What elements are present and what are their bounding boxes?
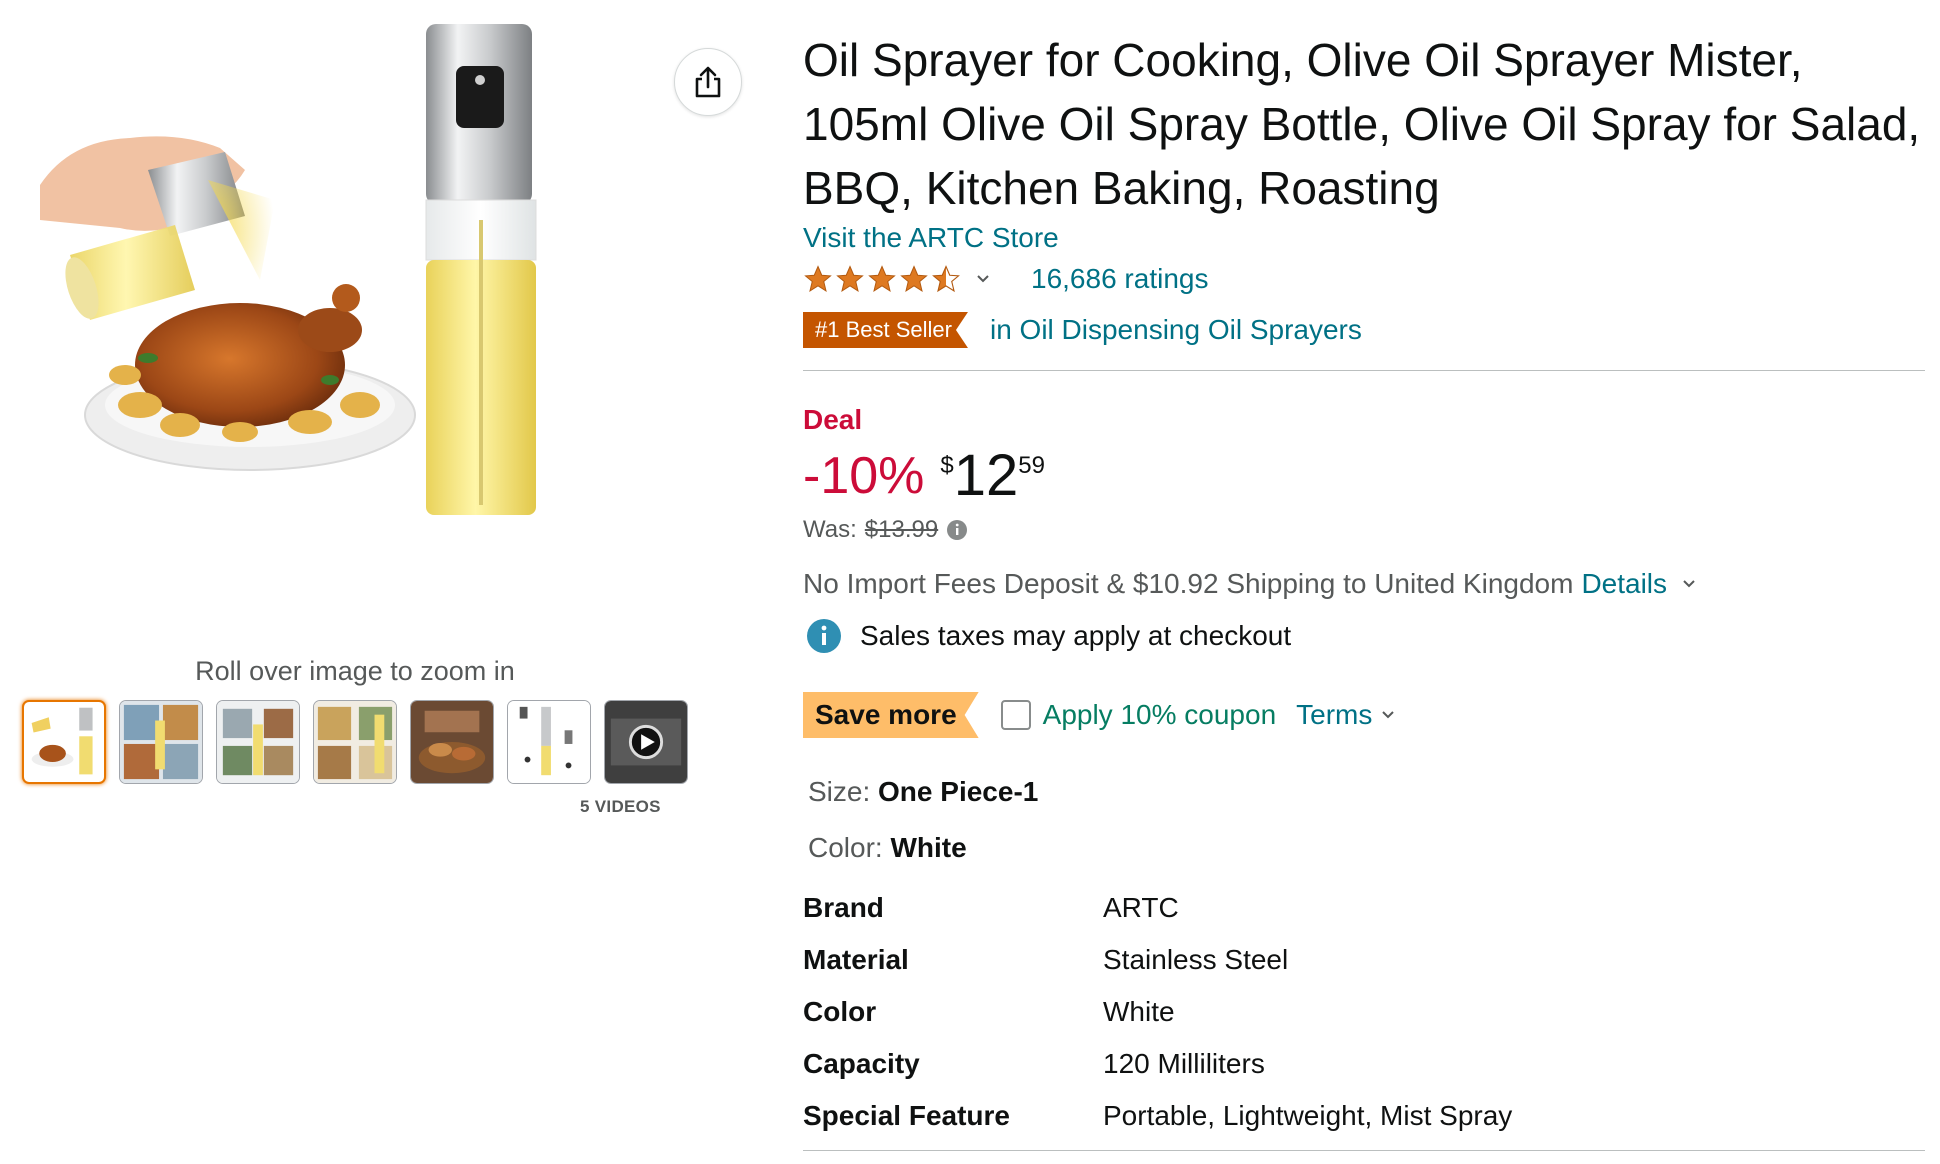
videos-count-label: 5 VIDEOS xyxy=(580,797,661,816)
was-price: $13.99 xyxy=(864,516,939,543)
spec-row: Brand ARTC xyxy=(803,882,1512,934)
chevron-down-icon[interactable] xyxy=(1681,578,1697,590)
store-link[interactable]: Visit the ARTC Store xyxy=(803,222,1059,254)
terms-label: Terms xyxy=(1296,699,1373,730)
spec-value: 120 Milliliters xyxy=(1103,1048,1265,1079)
spec-key: Brand xyxy=(803,892,884,923)
spec-row: Special Feature Portable, Lightweight, M… xyxy=(803,1090,1512,1142)
current-price: $ 12 59 xyxy=(940,446,1045,506)
spec-value: ARTC xyxy=(1103,892,1179,923)
star-rating[interactable] xyxy=(803,264,961,294)
coupon-label[interactable]: Apply 10% coupon xyxy=(1043,699,1277,731)
rating-row: 16,686 ratings xyxy=(803,262,1208,296)
coupon-terms-link[interactable]: Terms xyxy=(1296,699,1396,731)
product-specs-table: Brand ARTC Material Stainless Steel Colo… xyxy=(803,882,1512,1142)
color-value: White xyxy=(890,832,967,863)
spec-row: Color White xyxy=(803,986,1512,1038)
star-icon xyxy=(836,265,864,292)
divider xyxy=(803,1150,1925,1151)
spec-row: Capacity 120 Milliliters xyxy=(803,1038,1512,1090)
play-icon xyxy=(628,724,664,760)
bestseller-row: #1 Best Seller in Oil Dispensing Oil Spr… xyxy=(803,312,1362,348)
thumbnail-2[interactable] xyxy=(119,700,203,784)
spec-value: White xyxy=(1103,996,1175,1027)
coupon-checkbox[interactable] xyxy=(1000,700,1031,730)
video-thumbnail[interactable] xyxy=(604,700,688,784)
divider xyxy=(803,370,1925,371)
info-icon[interactable] xyxy=(946,519,968,541)
spec-key: Capacity xyxy=(803,1048,920,1079)
thumbnail-1[interactable] xyxy=(22,700,106,784)
currency-symbol: $ xyxy=(940,452,954,479)
ratings-count-link[interactable]: 16,686 ratings xyxy=(1031,263,1208,295)
color-label: Color: xyxy=(808,832,883,863)
was-label: Was: xyxy=(803,516,857,543)
size-selection: Size: One Piece-1 xyxy=(808,776,1038,808)
bestseller-category-link[interactable]: in Oil Dispensing Oil Sprayers xyxy=(990,314,1362,346)
product-title: Oil Sprayer for Cooking, Olive Oil Spray… xyxy=(803,34,1921,214)
color-selection: Color: White xyxy=(808,832,967,864)
spec-key: Color xyxy=(803,996,877,1027)
main-product-image[interactable] xyxy=(30,20,670,660)
spec-value: Portable, Lightweight, Mist Spray xyxy=(1103,1100,1513,1131)
shipping-details-link[interactable]: Details xyxy=(1581,568,1667,600)
share-icon xyxy=(695,66,721,98)
thumbnail-6[interactable] xyxy=(507,700,591,784)
spec-value: Stainless Steel xyxy=(1103,944,1289,975)
was-price-row: Was: $13.99 xyxy=(803,516,968,544)
price-row: -10% $ 12 59 xyxy=(803,446,1045,506)
shipping-text: No Import Fees Deposit & $10.92 Shipping… xyxy=(803,568,1574,599)
star-half-icon xyxy=(932,265,960,293)
zoom-hint: Roll over image to zoom in xyxy=(195,656,515,686)
bestseller-badge[interactable]: #1 Best Seller xyxy=(803,312,968,348)
chevron-down-icon[interactable] xyxy=(975,273,991,285)
tax-note: Sales taxes may apply at checkout xyxy=(860,620,1292,651)
spec-key: Special Feature xyxy=(803,1100,1010,1131)
deal-label: Deal xyxy=(803,404,863,435)
thumbnail-5[interactable] xyxy=(410,700,494,784)
info-icon xyxy=(807,619,841,653)
size-label: Size: xyxy=(808,776,871,807)
price-whole: 12 xyxy=(953,443,1019,508)
save-more-badge: Save more xyxy=(803,692,979,738)
shipping-info: No Import Fees Deposit & $10.92 Shipping… xyxy=(803,568,1697,600)
thumbnail-4[interactable] xyxy=(313,700,397,784)
discount-percent: -10% xyxy=(803,447,925,505)
star-icon xyxy=(804,265,832,292)
price-fraction: 59 xyxy=(1018,452,1045,479)
tax-note-row: Sales taxes may apply at checkout xyxy=(806,618,1291,654)
spec-row: Material Stainless Steel xyxy=(803,934,1512,986)
spec-key: Material xyxy=(803,944,909,975)
thumbnail-strip xyxy=(22,700,688,784)
share-button[interactable] xyxy=(674,48,742,116)
chevron-down-icon xyxy=(1382,711,1395,719)
star-icon xyxy=(868,265,896,292)
star-icon xyxy=(900,265,928,292)
coupon-row: Save more Apply 10% coupon Terms xyxy=(803,692,1396,738)
thumbnail-3[interactable] xyxy=(216,700,300,784)
size-value: One Piece-1 xyxy=(878,776,1039,807)
